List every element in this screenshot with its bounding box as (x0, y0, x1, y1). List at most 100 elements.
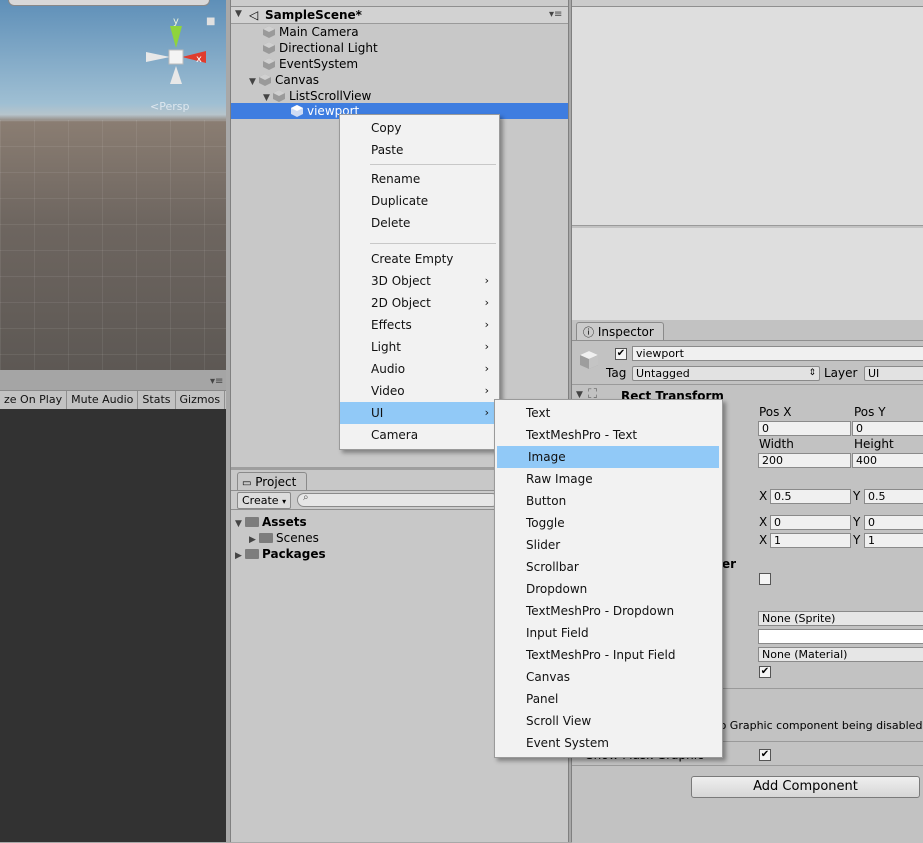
menu-item-ui[interactable]: UI › (340, 402, 499, 424)
submenu-item-panel[interactable]: Panel (495, 688, 722, 710)
anchor-max-x-field[interactable]: 1 (770, 533, 851, 548)
create-dropdown-button[interactable]: Create ▾ (237, 492, 292, 509)
submenu-item-textmeshpro-text[interactable]: TextMeshPro - Text (495, 424, 722, 446)
fold-down-icon[interactable]: ▼ (235, 9, 245, 19)
maximize-on-play-button[interactable]: ze On Play (0, 391, 68, 409)
hierarchy-scene-row[interactable]: ▼ ◁ SampleScene* ▾≡ (231, 7, 568, 24)
tag-dropdown[interactable]: Untagged ⇕ (632, 366, 820, 381)
gizmos-button[interactable]: Gizmos (176, 391, 226, 409)
tree-item-assets[interactable]: ▼ Assets (235, 514, 307, 530)
project-search-input[interactable]: ⌕ (297, 492, 499, 507)
menu-item-rename[interactable]: Rename (340, 168, 499, 190)
menu-item-effects[interactable]: Effects › (340, 314, 499, 336)
raycast-target-checkbox[interactable]: ✔ (759, 666, 771, 678)
submenu-item-toggle[interactable]: Toggle (495, 512, 722, 534)
hierarchy-item-canvas[interactable]: ▼ Canvas (249, 72, 319, 88)
add-component-button[interactable]: Add Component (691, 776, 920, 798)
menu-item-label: Panel (526, 692, 559, 706)
component-divider (572, 765, 923, 766)
pos-y-field[interactable]: 0 (852, 421, 923, 436)
gizmo-neg-y-arrow[interactable] (170, 66, 182, 84)
stats-button[interactable]: Stats (138, 391, 176, 409)
menu-item-delete[interactable]: Delete (340, 212, 499, 234)
menu-item-camera[interactable]: Camera (340, 424, 499, 446)
gameobject-cube-icon (291, 105, 303, 117)
console-log-list[interactable] (572, 7, 923, 226)
submenu-item-scrollbar[interactable]: Scrollbar (495, 556, 722, 578)
submenu-item-canvas[interactable]: Canvas (495, 666, 722, 688)
menu-item-label: Delete (371, 216, 411, 230)
submenu-item-textmeshpro-input-field[interactable]: TextMeshPro - Input Field (495, 644, 722, 666)
anchor-min-x-field[interactable]: 0 (770, 515, 851, 530)
submenu-arrow-icon: › (484, 384, 489, 397)
color-field[interactable] (758, 629, 923, 644)
pivot-x-field[interactable]: 0.5 (770, 489, 851, 504)
fold-down-icon[interactable]: ▼ (249, 74, 259, 90)
hierarchy-item-eventsystem[interactable]: EventSystem (263, 56, 358, 72)
scene-search-field[interactable] (8, 0, 210, 6)
menu-item-paste[interactable]: Paste (340, 139, 499, 161)
pos-x-field[interactable]: 0 (758, 421, 851, 436)
raycast-checkbox[interactable] (759, 573, 771, 585)
submenu-item-image[interactable]: Image (497, 446, 719, 468)
menu-item-label: UI (371, 406, 384, 420)
hierarchy-item-main-camera[interactable]: Main Camera (263, 24, 359, 40)
console-detail-area[interactable] (572, 228, 923, 320)
fold-right-icon[interactable]: ▶ (235, 548, 245, 564)
menu-item-3d-object[interactable]: 3D Object › (340, 270, 499, 292)
menu-item-copy[interactable]: Copy (340, 117, 499, 139)
panel-menu-icon[interactable]: ▾≡ (210, 376, 223, 387)
fold-down-icon[interactable]: ▼ (235, 516, 245, 532)
submenu-item-textmeshpro-dropdown[interactable]: TextMeshPro - Dropdown (495, 600, 722, 622)
orientation-gizmo[interactable]: y x (146, 18, 206, 102)
menu-item-light[interactable]: Light › (340, 336, 499, 358)
tab-project[interactable]: ▭ Project (237, 472, 307, 491)
menu-item-label: TextMeshPro - Input Field (526, 648, 676, 662)
object-name-field[interactable]: viewport (632, 346, 923, 361)
anchor-max-y-field[interactable]: 1 (864, 533, 923, 548)
gameobject-cube-icon (259, 74, 271, 86)
menu-item-create-empty[interactable]: Create Empty (340, 248, 499, 270)
gizmo-neg-x-arrow[interactable] (146, 52, 170, 62)
tree-item-scenes[interactable]: ▶ Scenes (249, 530, 319, 546)
source-image-field[interactable]: None (Sprite) (758, 611, 923, 626)
submenu-item-raw-image[interactable]: Raw Image (495, 468, 722, 490)
hierarchy-item-directional-light[interactable]: Directional Light (263, 40, 378, 56)
tree-item-packages[interactable]: ▶ Packages (235, 546, 326, 562)
submenu-item-text[interactable]: Text (495, 402, 722, 424)
submenu-item-event-system[interactable]: Event System (495, 732, 722, 754)
menu-item-2d-object[interactable]: 2D Object › (340, 292, 499, 314)
persp-label[interactable]: <Persp (150, 100, 189, 113)
show-mask-graphic-checkbox[interactable]: ✔ (759, 749, 771, 761)
menu-item-audio[interactable]: Audio › (340, 358, 499, 380)
gizmo-x-arrow[interactable] (182, 51, 206, 63)
menu-item-label: 3D Object (371, 274, 431, 288)
game-view[interactable] (0, 409, 226, 842)
pivot-y-field[interactable]: 0.5 (864, 489, 923, 504)
pos-x-label: Pos X (759, 405, 792, 419)
menu-item-video[interactable]: Video › (340, 380, 499, 402)
width-field[interactable]: 200 (758, 453, 851, 468)
tab-inspector[interactable]: ⓘ Inspector (576, 322, 664, 341)
tree-item-label: Assets (262, 515, 307, 529)
gizmo-center-cube[interactable] (168, 49, 184, 65)
submenu-item-input-field[interactable]: Input Field (495, 622, 722, 644)
scene-view[interactable]: ■ y x <Persp (0, 0, 226, 370)
anchor-min-y-field[interactable]: 0 (864, 515, 923, 530)
active-checkbox[interactable]: ✔ (615, 348, 627, 360)
menu-item-duplicate[interactable]: Duplicate (340, 190, 499, 212)
hierarchy-item-label: Directional Light (279, 41, 378, 55)
submenu-item-dropdown[interactable]: Dropdown (495, 578, 722, 600)
submenu-item-scroll-view[interactable]: Scroll View (495, 710, 722, 732)
hierarchy-item-listscrollview[interactable]: ▼ ListScrollView (263, 88, 371, 104)
material-field[interactable]: None (Material) (758, 647, 923, 662)
mute-audio-button[interactable]: Mute Audio (67, 391, 139, 409)
gizmo-y-arrow[interactable] (170, 26, 182, 48)
gameobject-cube-icon (263, 42, 275, 54)
submenu-item-slider[interactable]: Slider (495, 534, 722, 556)
lock-icon[interactable]: ■ (206, 16, 215, 27)
scene-menu-icon[interactable]: ▾≡ (549, 9, 562, 20)
submenu-item-button[interactable]: Button (495, 490, 722, 512)
height-field[interactable]: 400 (852, 453, 923, 468)
layer-dropdown[interactable]: UI (864, 366, 923, 381)
